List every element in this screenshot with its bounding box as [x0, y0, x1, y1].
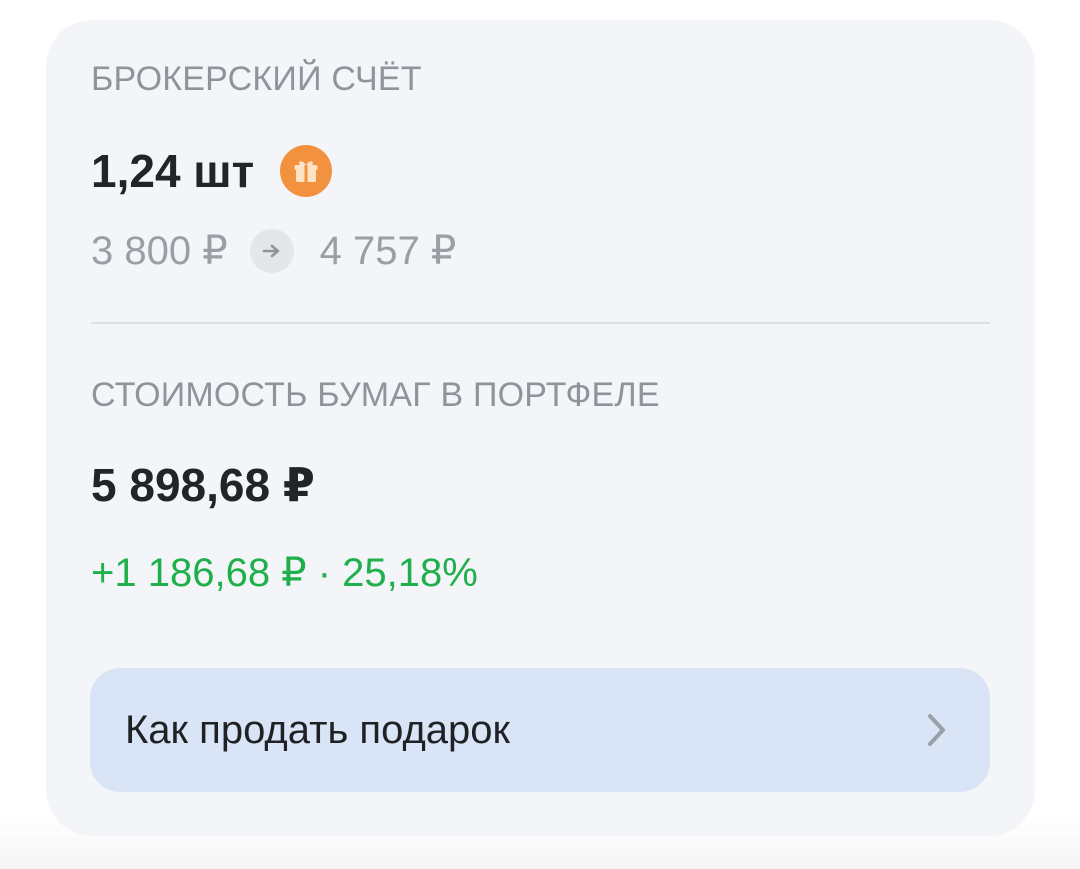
- portfolio-total-value: 5 898,68 ₽: [91, 459, 315, 511]
- broker-account-label: БРОКЕРСКИЙ СЧЁТ: [91, 60, 422, 98]
- portfolio-value-label: СТОИМОСТЬ БУМАГ В ПОРТФЕЛЕ: [91, 376, 660, 414]
- how-to-sell-gift-label: Как продать подарок: [125, 707, 511, 752]
- chevron-right-icon: [926, 712, 948, 748]
- page: БРОКЕРСКИЙ СЧЁТ 1,24 шт 3 800 ₽ 4 757 ₽ …: [0, 0, 1080, 869]
- share-quantity: 1,24 шт: [91, 145, 255, 197]
- price-change-row: 3 800 ₽ 4 757 ₽: [91, 224, 456, 278]
- portfolio-change: +1 186,68 ₽ · 25,18%: [91, 551, 478, 595]
- how-to-sell-gift-button[interactable]: Как продать подарок: [90, 668, 990, 792]
- price-to: 4 757 ₽: [319, 229, 457, 273]
- arrow-right-icon: [249, 229, 294, 273]
- divider: [91, 322, 990, 324]
- quantity-row: 1,24 шт: [91, 138, 333, 204]
- broker-account-card: БРОКЕРСКИЙ СЧЁТ 1,24 шт 3 800 ₽ 4 757 ₽ …: [46, 20, 1035, 836]
- price-from: 3 800 ₽: [91, 229, 228, 273]
- gift-icon: [280, 145, 333, 197]
